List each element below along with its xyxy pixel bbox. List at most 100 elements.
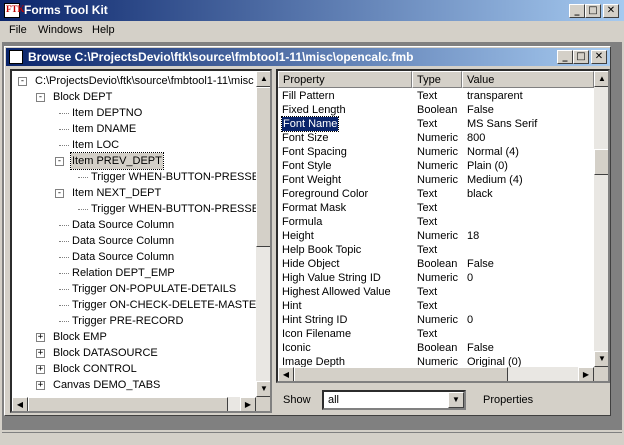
header-type[interactable]: Type	[412, 71, 462, 88]
menu-file[interactable]: File	[9, 24, 27, 36]
tree-view[interactable]: - C:\ProjectsDevio\ftk\source\fmbtool1-11…	[12, 71, 256, 395]
show-select[interactable]: all ▼	[322, 390, 466, 410]
tree-item-label: Data Source Column	[72, 219, 175, 231]
tree-item[interactable]: Trigger WHEN-BUTTON-PRESSED	[12, 169, 256, 185]
tree-item[interactable]: Relation DEPT_EMP	[12, 265, 256, 281]
property-name: Highest Allowed Value	[282, 286, 391, 298]
dropdown-arrow-icon[interactable]: ▼	[448, 392, 464, 408]
scroll-up-icon[interactable]: ▲	[256, 71, 270, 87]
tree-item[interactable]: - Item PREV_DEPT	[12, 152, 256, 170]
property-row[interactable]: Foreground Color Text black	[278, 187, 594, 201]
property-row[interactable]: Format Mask Text	[278, 201, 594, 215]
close-button[interactable]: ✕	[603, 4, 619, 18]
property-value: Plain (0)	[467, 160, 508, 172]
tree-panel[interactable]: - C:\ProjectsDevio\ftk\source\fmbtool1-11…	[10, 69, 272, 413]
tree-hscroll-thumb[interactable]	[28, 397, 228, 411]
child-maximize-button[interactable]: □	[573, 50, 589, 64]
property-value: Medium (4)	[467, 174, 523, 186]
property-row[interactable]: Hint String ID Numeric 0	[278, 313, 594, 327]
props-scroll-down-icon[interactable]: ▼	[594, 351, 608, 367]
property-name: Fixed Length	[282, 104, 346, 116]
scroll-left-icon[interactable]: ◀	[12, 397, 28, 411]
tree-item[interactable]: + Block CONTROL	[12, 361, 256, 377]
property-row[interactable]: Icon Filename Text	[278, 327, 594, 341]
tree-connector	[59, 289, 69, 290]
scroll-right-icon[interactable]: ▶	[240, 397, 256, 411]
property-row[interactable]: Height Numeric 18	[278, 229, 594, 243]
minimize-button[interactable]: _	[569, 4, 585, 18]
child-minimize-button[interactable]: _	[557, 50, 573, 64]
menu-help[interactable]: Help	[92, 24, 115, 36]
tree-item[interactable]: Data Source Column	[12, 249, 256, 265]
property-row[interactable]: Image Depth Numeric Original (0)	[278, 355, 594, 367]
property-row[interactable]: Highest Allowed Value Text	[278, 285, 594, 299]
property-row[interactable]: Hide Object Boolean False	[278, 257, 594, 271]
props-scroll-right-icon[interactable]: ▶	[578, 367, 594, 381]
tree-item[interactable]: Item DEPTNO	[12, 105, 256, 121]
property-row[interactable]: Hint Text	[278, 299, 594, 313]
tree-item[interactable]: - Item NEXT_DEPT	[12, 185, 256, 201]
props-vertical-scrollbar[interactable]: ▲ ▼	[594, 71, 608, 367]
tree-item[interactable]: + Canvas DEMO_TABS	[12, 377, 256, 393]
tree-item[interactable]: Data Source Column	[12, 233, 256, 249]
property-list[interactable]: Fill Pattern Text transparent Fixed Length B…	[278, 89, 594, 367]
props-hscroll-thumb[interactable]	[294, 367, 508, 381]
tree-item-label: Item DEPTNO	[72, 107, 143, 119]
collapse-icon[interactable]: -	[55, 189, 64, 198]
props-scroll-thumb[interactable]	[594, 149, 608, 175]
property-row[interactable]: Font Size Numeric 800	[278, 131, 594, 145]
header-property[interactable]: Property	[278, 71, 412, 88]
expand-icon[interactable]: +	[36, 333, 45, 342]
tree-item[interactable]: Trigger ON-CHECK-DELETE-MASTER	[12, 297, 256, 313]
tree-item-label: Canvas DEMO_CANVAS	[52, 393, 178, 395]
header-value[interactable]: Value	[462, 71, 594, 88]
tree-horizontal-scrollbar[interactable]: ◀ ▶	[12, 397, 256, 411]
property-row[interactable]: Fixed Length Boolean False	[278, 103, 594, 117]
property-type: Numeric	[417, 272, 458, 284]
tree-item[interactable]: Item LOC	[12, 137, 256, 153]
property-name: Iconic	[282, 342, 311, 354]
child-close-button[interactable]: ✕	[591, 50, 607, 64]
collapse-icon[interactable]: -	[55, 157, 64, 166]
props-scroll-up-icon[interactable]: ▲	[594, 71, 608, 87]
tree-item[interactable]: + Block EMP	[12, 329, 256, 345]
property-value: 18	[467, 230, 480, 242]
collapse-icon[interactable]: -	[36, 93, 45, 102]
tree-item[interactable]: +Canvas DEMO_CANVAS	[12, 393, 256, 395]
property-type: Text	[417, 286, 438, 298]
tree-item[interactable]: + Block DATASOURCE	[12, 345, 256, 361]
property-value: 800	[467, 132, 486, 144]
maximize-button[interactable]: □	[585, 4, 601, 18]
property-row[interactable]: Font Name Text MS Sans Serif	[278, 116, 594, 132]
property-row[interactable]: Font Weight Numeric Medium (4)	[278, 173, 594, 187]
tree-connector	[59, 145, 69, 146]
props-scroll-left-icon[interactable]: ◀	[278, 367, 294, 381]
property-row[interactable]: Help Book Topic Text	[278, 243, 594, 257]
tree-scroll-thumb[interactable]	[256, 87, 270, 247]
tree-item[interactable]: Item DNAME	[12, 121, 256, 137]
props-horizontal-scrollbar[interactable]: ◀ ▶	[278, 367, 594, 381]
tree-item[interactable]: Trigger ON-POPULATE-DETAILS	[12, 281, 256, 297]
property-row[interactable]: Font Style Numeric Plain (0)	[278, 159, 594, 173]
tree-vertical-scrollbar[interactable]: ▲ ▼	[256, 71, 270, 397]
expand-icon[interactable]: +	[36, 365, 45, 374]
menu-windows[interactable]: Windows	[38, 24, 83, 36]
property-name: Foreground Color	[282, 188, 369, 200]
property-row[interactable]: Fill Pattern Text transparent	[278, 89, 594, 103]
collapse-icon[interactable]: -	[18, 77, 27, 86]
scroll-down-icon[interactable]: ▼	[256, 381, 270, 397]
property-type: Boolean	[417, 104, 458, 116]
property-row[interactable]: Iconic Boolean False	[278, 341, 594, 355]
tree-item[interactable]: Trigger WHEN-BUTTON-PRESSED	[12, 201, 256, 217]
tree-item[interactable]: Data Source Column	[12, 217, 256, 233]
properties-panel[interactable]: Property Type Value Fill Pattern Text tran…	[276, 69, 610, 383]
property-row[interactable]: Font Spacing Numeric Normal (4)	[278, 145, 594, 159]
tree-item[interactable]: Trigger PRE-RECORD	[12, 313, 256, 329]
tree-connector	[59, 257, 69, 258]
property-row[interactable]: High Value String ID Numeric 0	[278, 271, 594, 285]
expand-icon[interactable]: +	[36, 381, 45, 390]
tree-item[interactable]: - C:\ProjectsDevio\ftk\source\fmbtool1-11…	[12, 73, 256, 89]
expand-icon[interactable]: +	[36, 349, 45, 358]
property-row[interactable]: Formula Text	[278, 215, 594, 229]
tree-item[interactable]: - Block DEPT	[12, 89, 256, 105]
